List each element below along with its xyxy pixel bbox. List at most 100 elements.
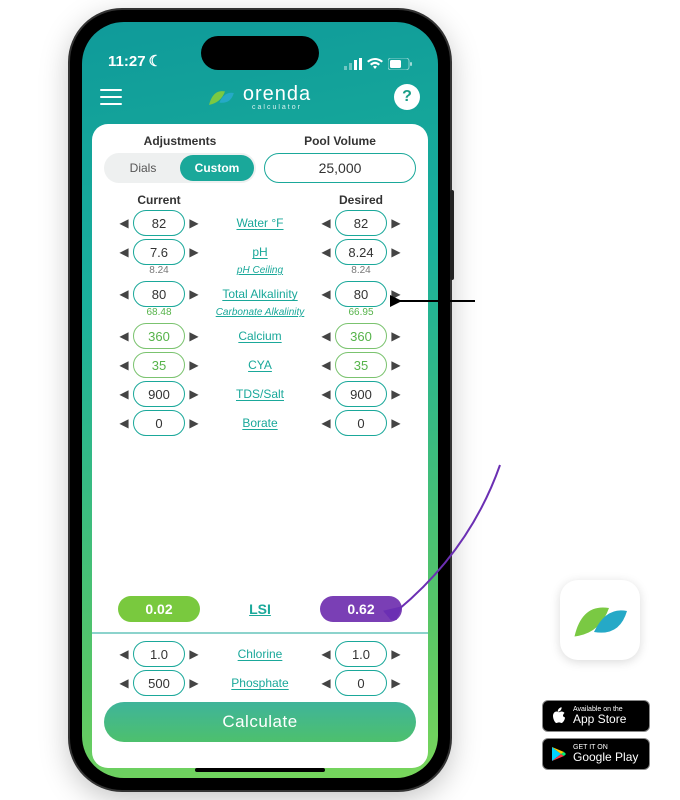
google-label: Google Play — [573, 751, 638, 764]
inc-arrow-icon[interactable]: ▶ — [187, 329, 201, 343]
inc-arrow-icon[interactable]: ▶ — [187, 647, 201, 661]
current-value[interactable]: 7.6 — [133, 239, 185, 265]
inc-arrow-icon[interactable]: ▶ — [187, 358, 201, 372]
current-stepper: ◀ 900 ▶ — [104, 381, 214, 407]
current-stepper: ◀ 7.6 ▶ — [104, 239, 214, 265]
current-value[interactable]: 1.0 — [133, 641, 185, 667]
inc-arrow-icon[interactable]: ▶ — [187, 676, 201, 690]
current-value[interactable]: 82 — [133, 210, 185, 236]
param-label[interactable]: Chlorine — [214, 647, 306, 661]
dec-arrow-icon[interactable]: ◀ — [117, 647, 131, 661]
sub-current: 8.24 — [104, 265, 214, 276]
google-play-badge[interactable]: GET IT ONGoogle Play — [542, 738, 650, 770]
dec-arrow-icon[interactable]: ◀ — [117, 387, 131, 401]
dec-arrow-icon[interactable]: ◀ — [117, 676, 131, 690]
desired-value[interactable]: 0 — [335, 410, 387, 436]
param-row: ◀ 1.0 ▶ Chlorine ◀ 1.0 ▶ — [100, 638, 420, 667]
lsi-current: 0.02 — [118, 596, 200, 622]
dec-arrow-icon[interactable]: ◀ — [319, 416, 333, 430]
inc-arrow-icon[interactable]: ▶ — [389, 387, 403, 401]
param-label[interactable]: Calcium — [214, 329, 306, 343]
inc-arrow-icon[interactable]: ▶ — [389, 216, 403, 230]
help-button[interactable]: ? — [394, 84, 420, 110]
inc-arrow-icon[interactable]: ▶ — [187, 387, 201, 401]
dec-arrow-icon[interactable]: ◀ — [319, 216, 333, 230]
desired-value[interactable]: 360 — [335, 323, 387, 349]
inc-arrow-icon[interactable]: ▶ — [389, 245, 403, 259]
dec-arrow-icon[interactable]: ◀ — [319, 647, 333, 661]
inc-arrow-icon[interactable]: ▶ — [389, 358, 403, 372]
moon-icon: ☾ — [149, 52, 162, 70]
desired-stepper: ◀ 360 ▶ — [306, 323, 416, 349]
desired-value[interactable]: 35 — [335, 352, 387, 378]
param-label[interactable]: Phosphate — [214, 676, 306, 690]
desired-stepper: ◀ 900 ▶ — [306, 381, 416, 407]
dec-arrow-icon[interactable]: ◀ — [117, 245, 131, 259]
desired-stepper: ◀ 35 ▶ — [306, 352, 416, 378]
menu-icon[interactable] — [100, 89, 122, 105]
inc-arrow-icon[interactable]: ▶ — [187, 416, 201, 430]
desired-value[interactable]: 1.0 — [335, 641, 387, 667]
desired-value[interactable]: 0 — [335, 670, 387, 696]
current-stepper: ◀ 35 ▶ — [104, 352, 214, 378]
param-row: ◀ 900 ▶ TDS/Salt ◀ 900 ▶ — [100, 378, 420, 407]
app-store-badge[interactable]: Available on theApp Store — [542, 700, 650, 732]
param-label[interactable]: pH — [214, 245, 306, 259]
current-value[interactable]: 35 — [133, 352, 185, 378]
param-label[interactable]: Water °F — [214, 216, 306, 230]
current-stepper: ◀ 82 ▶ — [104, 210, 214, 236]
lsi-label[interactable]: LSI — [220, 601, 300, 617]
desired-stepper: ◀ 82 ▶ — [306, 210, 416, 236]
dec-arrow-icon[interactable]: ◀ — [117, 329, 131, 343]
header-desired: Desired — [306, 193, 416, 207]
inc-arrow-icon[interactable]: ▶ — [389, 416, 403, 430]
dec-arrow-icon[interactable]: ◀ — [117, 287, 131, 301]
param-row: ◀ 82 ▶ Water °F ◀ 82 ▶ — [100, 207, 420, 236]
inc-arrow-icon[interactable]: ▶ — [389, 329, 403, 343]
inc-arrow-icon[interactable]: ▶ — [187, 287, 201, 301]
inc-arrow-icon[interactable]: ▶ — [389, 287, 403, 301]
param-label[interactable]: CYA — [214, 358, 306, 372]
desired-value[interactable]: 82 — [335, 210, 387, 236]
dec-arrow-icon[interactable]: ◀ — [117, 416, 131, 430]
desired-stepper: ◀ 0 ▶ — [306, 410, 416, 436]
sub-label[interactable]: Carbonate Alkalinity — [214, 307, 306, 318]
dec-arrow-icon[interactable]: ◀ — [319, 329, 333, 343]
current-value[interactable]: 900 — [133, 381, 185, 407]
param-label[interactable]: TDS/Salt — [214, 387, 306, 401]
dec-arrow-icon[interactable]: ◀ — [319, 358, 333, 372]
param-label[interactable]: Total Alkalinity — [214, 287, 306, 301]
pool-volume-input[interactable] — [264, 153, 416, 183]
sub-label[interactable]: pH Ceiling — [214, 265, 306, 276]
seg-dials[interactable]: Dials — [106, 155, 180, 181]
brand-sub: calculator — [243, 104, 311, 111]
desired-value[interactable]: 8.24 — [335, 239, 387, 265]
desired-value[interactable]: 80 — [335, 281, 387, 307]
current-stepper: ◀ 1.0 ▶ — [104, 641, 214, 667]
dec-arrow-icon[interactable]: ◀ — [319, 676, 333, 690]
param-label[interactable]: Borate — [214, 416, 306, 430]
inc-arrow-icon[interactable]: ▶ — [187, 245, 201, 259]
adjustments-label: Adjustments — [104, 134, 256, 148]
inc-arrow-icon[interactable]: ▶ — [389, 647, 403, 661]
dec-arrow-icon[interactable]: ◀ — [117, 216, 131, 230]
seg-custom[interactable]: Custom — [180, 155, 254, 181]
desired-stepper: ◀ 8.24 ▶ — [306, 239, 416, 265]
dec-arrow-icon[interactable]: ◀ — [319, 287, 333, 301]
current-value[interactable]: 80 — [133, 281, 185, 307]
inc-arrow-icon[interactable]: ▶ — [389, 676, 403, 690]
param-subrow: 68.48 Carbonate Alkalinity 66.95 — [100, 307, 420, 320]
dec-arrow-icon[interactable]: ◀ — [117, 358, 131, 372]
sub-current: 68.48 — [104, 307, 214, 318]
desired-value[interactable]: 900 — [335, 381, 387, 407]
wifi-icon — [367, 58, 383, 70]
current-value[interactable]: 360 — [133, 323, 185, 349]
inc-arrow-icon[interactable]: ▶ — [187, 216, 201, 230]
current-value[interactable]: 500 — [133, 670, 185, 696]
dec-arrow-icon[interactable]: ◀ — [319, 387, 333, 401]
current-stepper: ◀ 0 ▶ — [104, 410, 214, 436]
calculate-button[interactable]: Calculate — [104, 702, 416, 742]
divider — [92, 632, 428, 634]
current-value[interactable]: 0 — [133, 410, 185, 436]
dec-arrow-icon[interactable]: ◀ — [319, 245, 333, 259]
